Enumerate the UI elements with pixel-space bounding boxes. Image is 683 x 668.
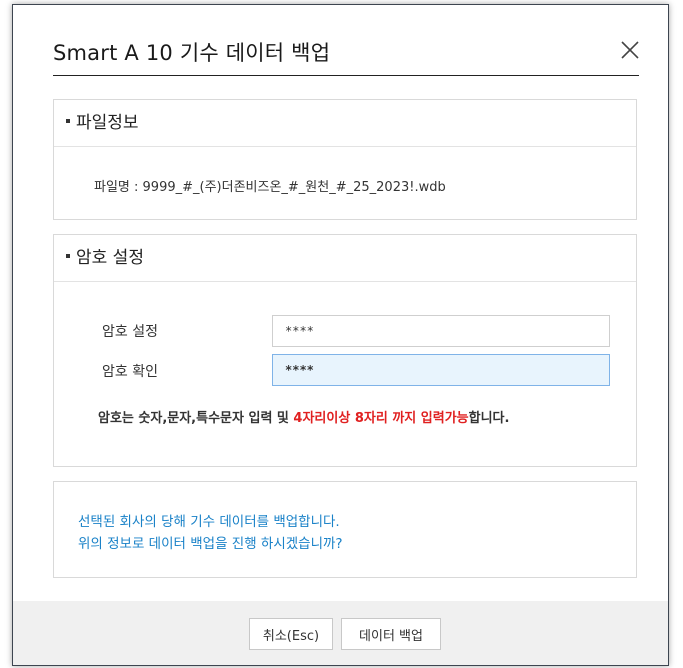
password-set-label: 암호 설정 xyxy=(102,324,158,340)
password-rule-note: 암호는 숫자,문자,특수문자 입력 및 4자리이상 8자리 까지 입력가능합니다… xyxy=(98,407,509,426)
password-set-input[interactable] xyxy=(272,315,610,347)
bullet-icon xyxy=(66,254,70,258)
message-line-1: 선택된 회사의 당해 기수 데이터를 백업합니다. xyxy=(78,514,340,530)
bullet-icon xyxy=(66,119,70,123)
cancel-button[interactable]: 취소(Esc) xyxy=(249,618,333,650)
file-name-text: 파일명 : 9999_#_(주)더존비즈온_#_원천_#_25_2023!.wd… xyxy=(94,180,446,195)
password-confirm-input[interactable] xyxy=(272,354,610,386)
note-highlight: 4자리이상 8자리 까지 입력가능 xyxy=(293,411,469,426)
close-icon[interactable] xyxy=(617,37,643,63)
password-title: 암호 설정 xyxy=(76,248,144,268)
password-confirm-label: 암호 확인 xyxy=(102,364,158,380)
file-info-panel: 파일정보 파일명 : 9999_#_(주)더존비즈온_#_원천_#_25_202… xyxy=(53,99,637,220)
note-suffix: 합니다. xyxy=(468,411,510,426)
confirm-message-panel: 선택된 회사의 당해 기수 데이터를 백업합니다. 위의 정보로 데이터 백업을… xyxy=(53,481,637,578)
password-header: 암호 설정 xyxy=(54,235,636,282)
note-prefix: 암호는 숫자,문자,특수문자 입력 및 xyxy=(98,411,294,426)
password-panel: 암호 설정 암호 설정 암호 확인 암호는 숫자,문자,특수문자 입력 및 4자… xyxy=(53,234,637,467)
title-divider xyxy=(53,75,639,76)
message-line-2: 위의 정보로 데이터 백업을 진행 하시겠습니까? xyxy=(78,536,343,552)
file-info-header: 파일정보 xyxy=(54,100,636,147)
backup-button[interactable]: 데이터 백업 xyxy=(341,618,441,650)
file-info-title: 파일정보 xyxy=(76,113,139,133)
dialog-title: Smart A 10 기수 데이터 백업 xyxy=(53,41,331,65)
dialog-footer: 취소(Esc) 데이터 백업 xyxy=(13,601,668,665)
backup-dialog: Smart A 10 기수 데이터 백업 파일정보 파일명 : 9999_#_(… xyxy=(12,4,669,666)
